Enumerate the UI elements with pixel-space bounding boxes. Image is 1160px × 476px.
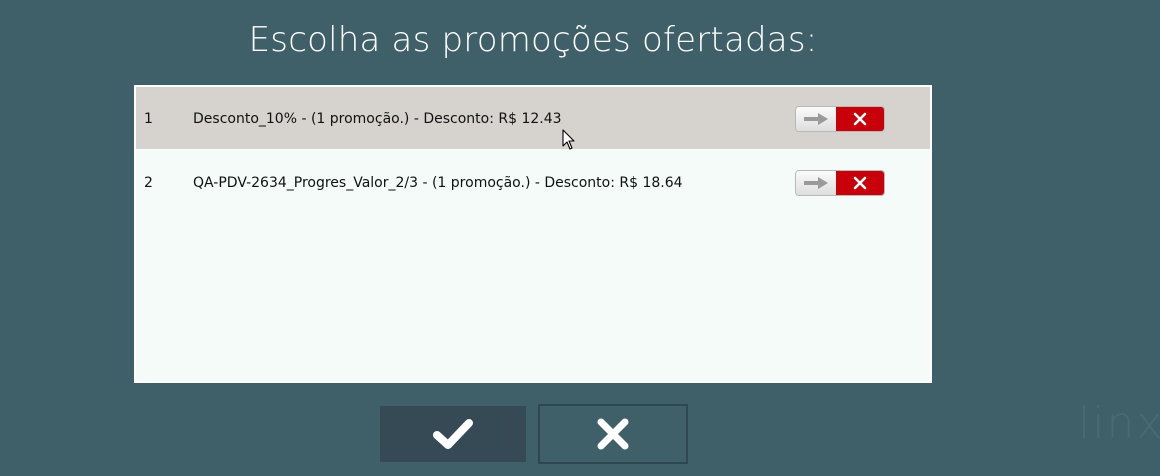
cancel-button[interactable] — [538, 404, 688, 464]
confirm-button[interactable] — [380, 406, 526, 462]
close-icon — [853, 176, 867, 190]
promotion-description: QA-PDV-2634_Progres_Valor_2/3 - (1 promo… — [193, 175, 683, 191]
promotions-list: 1 Desconto_10% - (1 promoção.) - Descont… — [134, 85, 932, 383]
promotion-description: Desconto_10% - (1 promoção.) - Desconto:… — [193, 111, 562, 127]
linx-logo: linx — [1078, 398, 1160, 449]
promotion-index: 2 — [144, 175, 153, 191]
promotion-row-actions — [796, 171, 884, 195]
dialog-title: Escolha as promoções ofertadas: — [248, 20, 818, 60]
close-icon — [853, 112, 867, 126]
promotion-row[interactable]: 1 Desconto_10% - (1 promoção.) - Descont… — [136, 87, 930, 149]
checkmark-icon — [433, 419, 473, 449]
close-icon — [597, 418, 629, 450]
promotion-row[interactable]: 2 QA-PDV-2634_Progres_Valor_2/3 - (1 pro… — [136, 151, 930, 213]
promotion-index: 1 — [144, 111, 153, 127]
arrow-right-icon — [804, 177, 828, 189]
remove-promotion-button[interactable] — [836, 171, 884, 195]
arrow-right-icon — [804, 113, 828, 125]
apply-promotion-button[interactable] — [796, 107, 836, 131]
apply-promotion-button[interactable] — [796, 171, 836, 195]
promotion-row-actions — [796, 107, 884, 131]
remove-promotion-button[interactable] — [836, 107, 884, 131]
